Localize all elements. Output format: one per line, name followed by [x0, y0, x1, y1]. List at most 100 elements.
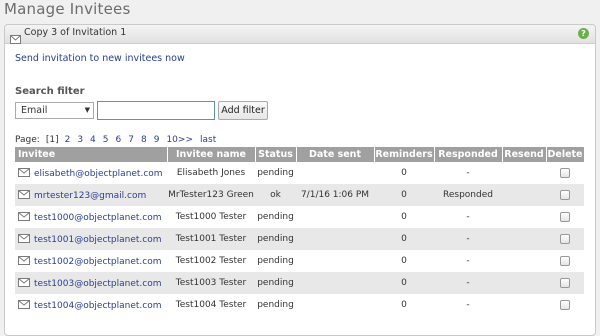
invitee-reminders: 0 — [401, 168, 407, 178]
table-row: test1003@objectplanet.com Test1003 Tester… — [15, 272, 584, 294]
delete-cell — [546, 250, 584, 272]
delete-cell — [546, 184, 584, 206]
invitee-email-cell[interactable]: test1001@objectplanet.com — [15, 228, 167, 250]
invitation-panel: Copy 3 of Invitation 1 ? Send invitation… — [4, 24, 596, 336]
table-row: test1002@objectplanet.com Test1002 Tester… — [15, 250, 584, 272]
invitee-date-sent — [296, 206, 374, 228]
invitee-email[interactable]: mrtester123@gmail.com — [34, 191, 146, 201]
invitee-responded: Responded — [434, 184, 502, 206]
invitee-date-sent — [296, 272, 374, 294]
col-invitee-name[interactable]: Invitee name — [167, 147, 256, 162]
pager-page-2[interactable]: 2 — [65, 135, 71, 145]
col-responded[interactable]: Responded — [434, 147, 503, 162]
invitee-email[interactable]: elisabeth@objectplanet.com — [34, 169, 163, 179]
invitee-email[interactable]: test1001@objectplanet.com — [34, 235, 162, 245]
col-reminders[interactable]: Reminders — [374, 147, 435, 162]
table-row: mrtester123@gmail.com MrTester123 Green ok… — [15, 184, 584, 206]
invitee-email[interactable]: test1000@objectplanet.com — [34, 213, 162, 223]
delete-checkbox[interactable] — [560, 255, 570, 266]
filter-field-value: Email — [21, 105, 48, 116]
mail-icon — [18, 233, 30, 246]
mail-icon — [18, 299, 30, 312]
pager-page-3[interactable]: 3 — [77, 135, 83, 145]
invitee-reminders: 0 — [401, 212, 407, 222]
mail-icon — [18, 255, 30, 268]
invitee-reminders: 0 — [374, 272, 434, 294]
envelope-icon — [10, 29, 21, 48]
send-invitation-link[interactable]: Send invitation to new invitees now — [15, 53, 185, 64]
add-filter-button[interactable]: Add filter — [218, 101, 268, 120]
mail-icon — [18, 211, 30, 224]
table-row: elisabeth@objectplanet.com Elisabeth Jone… — [15, 162, 584, 184]
invitee-email-cell[interactable]: elisabeth@objectplanet.com — [15, 162, 167, 184]
delete-checkbox[interactable] — [560, 277, 570, 288]
search-filter-label: Search filter — [15, 86, 85, 97]
invitee-responded: - — [434, 272, 502, 294]
pager-page-5[interactable]: 5 — [103, 135, 109, 145]
delete-checkbox[interactable] — [560, 233, 570, 244]
resend-cell — [502, 272, 546, 294]
invitee-status: pending — [255, 228, 296, 250]
invitee-date-sent — [296, 250, 374, 272]
pager-current: [1] — [45, 135, 59, 145]
invitee-email-cell[interactable]: test1004@objectplanet.com — [15, 294, 167, 316]
invitee-responded: - — [466, 256, 470, 266]
invitee-email-cell[interactable]: test1002@objectplanet.com — [15, 250, 167, 272]
col-invitee[interactable]: Invitee — [15, 147, 168, 162]
invitee-email[interactable]: test1003@objectplanet.com — [34, 279, 162, 289]
chevron-down-icon: ▼ — [84, 106, 90, 114]
delete-cell — [546, 294, 584, 316]
invitees-table: Invitee Invitee name Status Date sent Re… — [15, 147, 585, 316]
invitee-email-cell[interactable]: mrtester123@gmail.com — [15, 184, 167, 206]
invitee-name: Test1004 Tester — [175, 300, 247, 310]
pager-last[interactable]: last — [200, 135, 216, 145]
delete-checkbox[interactable] — [560, 211, 570, 222]
col-delete[interactable]: Delete — [546, 147, 585, 162]
help-icon[interactable]: ? — [578, 28, 589, 39]
invitee-name: Test1001 Tester — [167, 228, 255, 250]
pagination: Page: [1] 2 3 4 5 6 7 8 9 10>> last — [15, 135, 223, 145]
invitee-date-sent: 7/1/16 1:06 PM — [296, 184, 374, 206]
page-title: Manage Invitees — [4, 0, 131, 18]
invitee-reminders: 0 — [374, 184, 434, 206]
panel-header: Copy 3 of Invitation 1 ? — [5, 25, 595, 44]
invitee-name: Test1002 Tester — [175, 256, 247, 266]
pager-page-8[interactable]: 8 — [141, 135, 147, 145]
delete-cell — [546, 228, 584, 250]
resend-cell — [502, 228, 546, 250]
delete-cell — [546, 272, 584, 294]
invitee-responded: - — [466, 212, 470, 222]
resend-cell — [502, 184, 546, 206]
delete-cell — [546, 206, 584, 228]
delete-checkbox[interactable] — [560, 299, 570, 310]
filter-value-input[interactable] — [97, 101, 215, 120]
invitee-status: ok — [255, 184, 296, 206]
invitee-date-sent — [296, 162, 374, 184]
invitee-email-cell[interactable]: test1003@objectplanet.com — [15, 272, 167, 294]
delete-checkbox[interactable] — [560, 189, 570, 200]
resend-cell — [502, 162, 546, 184]
invitee-date-sent — [296, 294, 374, 316]
invitee-email-cell[interactable]: test1000@objectplanet.com — [15, 206, 167, 228]
invitee-responded: - — [466, 300, 470, 310]
invitee-email[interactable]: test1002@objectplanet.com — [34, 257, 162, 267]
resend-cell — [502, 250, 546, 272]
pager-next[interactable]: 10>> — [166, 135, 193, 145]
col-date-sent[interactable]: Date sent — [296, 147, 375, 162]
pager-page-4[interactable]: 4 — [90, 135, 96, 145]
table-header-row: Invitee Invitee name Status Date sent Re… — [15, 147, 585, 162]
delete-checkbox[interactable] — [560, 167, 570, 178]
invitee-email[interactable]: test1004@objectplanet.com — [34, 301, 162, 311]
pager-page-6[interactable]: 6 — [116, 135, 122, 145]
col-status[interactable]: Status — [255, 147, 297, 162]
mail-icon — [18, 167, 30, 180]
pager-page-9[interactable]: 9 — [154, 135, 160, 145]
invitee-name: Elisabeth Jones — [176, 168, 246, 178]
table-row: test1001@objectplanet.com Test1001 Tester… — [15, 228, 584, 250]
col-resend[interactable]: Resend — [502, 147, 547, 162]
delete-cell — [546, 162, 584, 184]
filter-field-select[interactable]: Email ▼ — [15, 102, 94, 119]
pager-page-7[interactable]: 7 — [128, 135, 134, 145]
invitee-status: pending — [257, 212, 294, 222]
invitee-reminders: 0 — [401, 256, 407, 266]
